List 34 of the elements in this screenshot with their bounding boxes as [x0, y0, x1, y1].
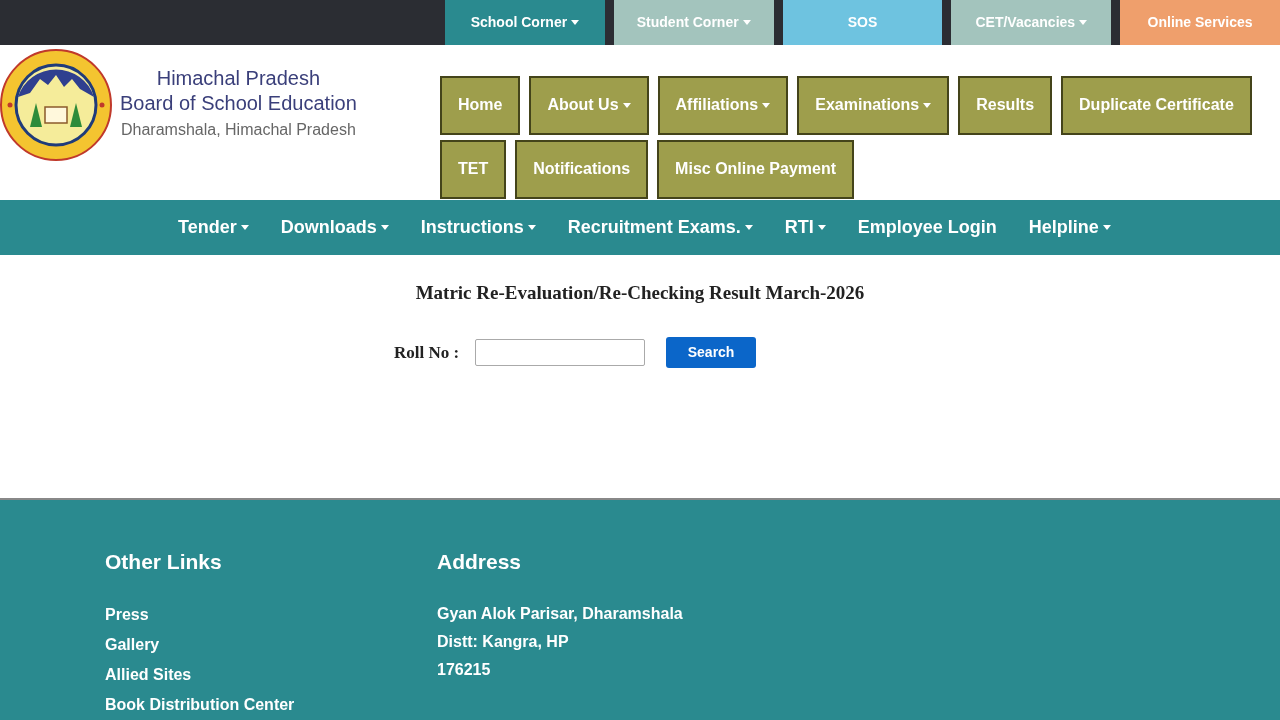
page-heading: Matric Re-Evaluation/Re-Checking Result March-2026	[415, 280, 865, 305]
menu-button[interactable]: Notifications	[515, 139, 649, 199]
menu-button[interactable]: Misc Online Payment	[657, 139, 855, 199]
menu-button[interactable]: Home	[440, 75, 521, 135]
address-line: 176215	[437, 660, 492, 680]
address-line: Distt: Kangra, HP	[437, 632, 570, 652]
footer-heading: Other Links	[105, 549, 223, 576]
nav-link[interactable]: Downloads	[280, 214, 389, 242]
footer-link[interactable]: Gallery	[105, 630, 437, 660]
footer-link[interactable]: Allied Sites	[105, 660, 437, 690]
nav-link[interactable]: Tender	[178, 214, 249, 242]
menu-button[interactable]: TET	[440, 139, 507, 199]
top-tab[interactable]: Online Services	[1120, 0, 1280, 45]
nav-link[interactable]: Employee Login	[857, 214, 997, 242]
address-line: Gyan Alok Parisar, Dharamshala	[437, 604, 683, 624]
brand-title: Himachal Pradesh	[155, 65, 322, 91]
nav-link[interactable]: Recruitment Exams.	[567, 214, 753, 242]
roll-no-field[interactable]	[475, 339, 646, 367]
nav-link[interactable]: Instructions	[420, 214, 536, 242]
menu-button[interactable]: About Us	[529, 75, 649, 135]
menu-button[interactable]: Affiliations	[657, 75, 789, 135]
roll-no-label: Roll No :	[393, 341, 460, 364]
menu-button[interactable]: Results	[958, 75, 1053, 135]
footer-link[interactable]: Book Distribution Center	[105, 690, 437, 720]
nav-link[interactable]: RTI	[784, 214, 826, 242]
menu-button[interactable]: Duplicate Certificate	[1061, 75, 1252, 135]
search-button[interactable]: Search	[666, 337, 757, 369]
footer-link[interactable]: Press	[105, 600, 437, 630]
menu-button[interactable]: Examinations	[797, 75, 950, 135]
top-tab[interactable]: School Corner	[445, 0, 605, 45]
brand-subtitle: Board of School Education	[120, 90, 357, 116]
nav-link[interactable]: Helpline	[1028, 214, 1111, 242]
footer-heading: Address	[437, 549, 523, 576]
brand-location: Dharamshala, Himachal Pradesh	[120, 119, 357, 140]
